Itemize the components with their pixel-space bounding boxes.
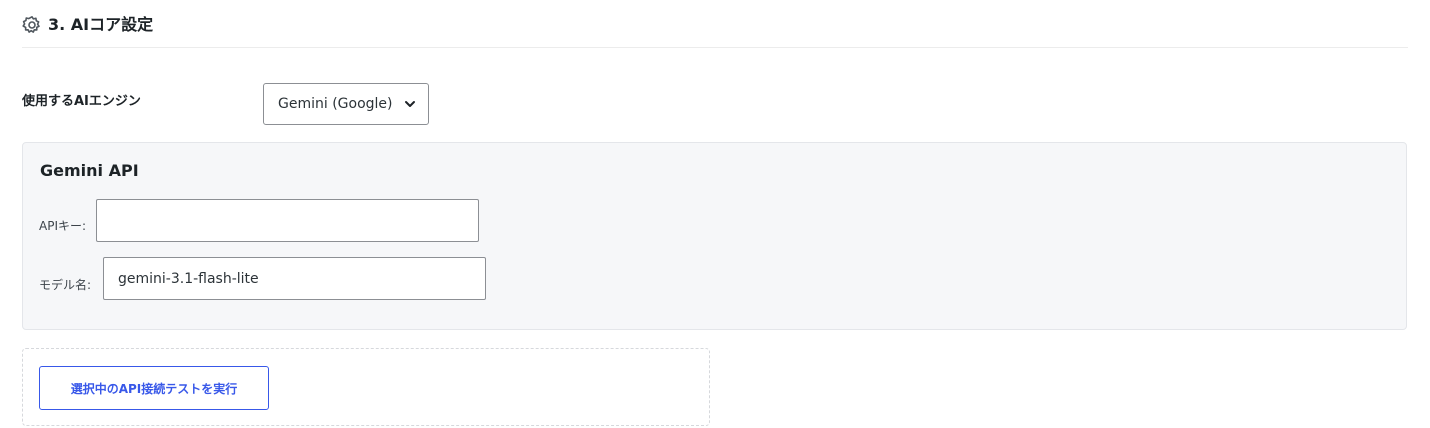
section-header: 3. AIコア設定	[22, 13, 1408, 48]
model-name-input[interactable]	[103, 257, 486, 300]
model-name-label: モデル名:	[39, 278, 92, 292]
ai-engine-select[interactable]: Gemini (Google)	[263, 83, 429, 125]
api-connection-test-button[interactable]: 選択中のAPI接続テストを実行	[39, 366, 269, 410]
api-test-box: 選択中のAPI接続テストを実行	[22, 348, 710, 426]
gemini-panel-title: Gemini API	[40, 161, 139, 180]
ai-engine-label: 使用するAIエンジン	[22, 94, 141, 109]
gemini-api-panel: Gemini API APIキー: モデル名:	[22, 142, 1407, 330]
chevron-down-icon	[405, 101, 415, 107]
ai-engine-selected-value: Gemini (Google)	[278, 96, 393, 112]
api-key-label: APIキー:	[39, 219, 87, 233]
gear-icon	[22, 16, 40, 33]
api-key-input[interactable]	[96, 199, 479, 242]
section-title: 3. AIコア設定	[48, 15, 154, 34]
